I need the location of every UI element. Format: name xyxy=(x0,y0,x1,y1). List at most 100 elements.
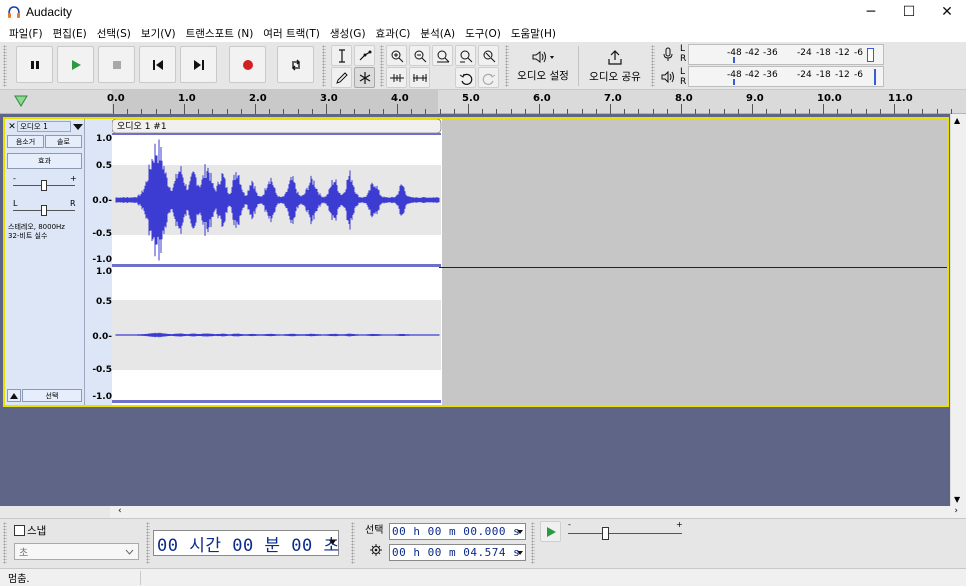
menu-generate[interactable]: 생성(G) xyxy=(325,26,371,41)
rec-meter-handle[interactable] xyxy=(867,48,874,62)
scroll-down-icon[interactable]: ▼ xyxy=(954,495,960,504)
menu-view[interactable]: 보기(V) xyxy=(136,26,181,41)
toolbar-grip[interactable] xyxy=(3,522,7,564)
loop-button[interactable] xyxy=(277,46,314,83)
menu-tools[interactable]: 도구(O) xyxy=(460,26,506,41)
channel-divider xyxy=(439,267,947,268)
play-head-icon[interactable] xyxy=(14,94,28,108)
ruler-label: 4.0 xyxy=(391,93,409,104)
toolbar-grip[interactable] xyxy=(380,45,384,87)
undo-button[interactable] xyxy=(455,67,476,88)
envelope-tool-button[interactable] xyxy=(354,45,375,66)
selection-tool-button[interactable] xyxy=(331,45,352,66)
collapse-track-button[interactable] xyxy=(7,389,21,402)
gear-icon[interactable] xyxy=(370,544,382,556)
ruler-label: 9.0 xyxy=(746,93,764,104)
ruler-label: 8.0 xyxy=(675,93,693,104)
playback-meter[interactable]: -48 -42 -36 -24 -18 -12 -6 xyxy=(688,66,884,87)
scroll-right-icon[interactable]: › xyxy=(954,506,958,516)
fit-project-button[interactable] xyxy=(455,45,476,66)
draw-tool-button[interactable] xyxy=(331,67,352,88)
close-button[interactable]: ✕ xyxy=(928,0,966,24)
minimize-button[interactable]: ─ xyxy=(852,0,890,24)
redo-button[interactable] xyxy=(478,67,499,88)
menu-transport[interactable]: 트랜스포트 (N) xyxy=(181,26,259,41)
menu-file[interactable]: 파일(F) xyxy=(4,26,48,41)
loop-icon xyxy=(291,59,300,70)
menu-analyze[interactable]: 분석(A) xyxy=(415,26,460,41)
speed-slider-thumb[interactable] xyxy=(602,527,609,540)
skip-to-end-button[interactable] xyxy=(180,46,217,83)
audio-track[interactable]: ✕ 오디오 1 음소거 솔로 효과 - + L R 스테레오, 8000Hz 3… xyxy=(3,117,949,407)
snap-checkbox-row[interactable]: 스냅 xyxy=(14,523,46,538)
toolbar-grip[interactable] xyxy=(531,522,535,564)
play-button[interactable] xyxy=(57,46,94,83)
track-area[interactable]: ✕ 오디오 1 음소거 솔로 효과 - + L R 스테레오, 8000Hz 3… xyxy=(0,114,950,506)
timeline-ruler[interactable]: 0.0 1.0 2.0 3.0 4.0 5.0 6.0 7.0 8.0 9.0 10.0 11.0 xyxy=(0,90,966,114)
vertical-scrollbar[interactable]: ▲ ▼ xyxy=(950,114,966,506)
menu-help[interactable]: 도움말(H) xyxy=(506,26,561,41)
menu-select[interactable]: 선택(S) xyxy=(92,26,136,41)
snap-checkbox[interactable] xyxy=(14,525,25,536)
toolbar-grip[interactable] xyxy=(322,45,326,87)
skip-to-start-button[interactable] xyxy=(139,46,176,83)
ruler-label: 7.0 xyxy=(604,93,622,104)
ruler-label: 11.0 xyxy=(888,93,913,104)
end-format-dropdown-icon[interactable] xyxy=(517,551,523,555)
toolbar-grip[interactable] xyxy=(3,45,7,87)
track-menu-dropdown-icon[interactable] xyxy=(73,123,83,131)
play-meter-handle[interactable] xyxy=(874,69,876,85)
audio-setup-button[interactable]: 오디오 설정 xyxy=(512,44,574,88)
fit-selection-button[interactable] xyxy=(432,45,453,66)
silence-audio-button[interactable] xyxy=(409,67,430,88)
toolbar-grip[interactable] xyxy=(146,522,150,564)
zoom-toggle-button[interactable] xyxy=(478,45,499,66)
maximize-button[interactable]: ☐ xyxy=(890,0,928,24)
record-button[interactable] xyxy=(229,46,266,83)
toolbar-grip[interactable] xyxy=(351,522,355,564)
collapse-icon xyxy=(10,392,18,399)
time-format-dropdown-icon[interactable] xyxy=(329,540,336,545)
zoom-in-button[interactable] xyxy=(386,45,407,66)
multi-tool-button[interactable] xyxy=(354,67,375,88)
snap-unit-select[interactable]: 초 xyxy=(14,543,139,560)
toolbar-grip[interactable] xyxy=(651,45,655,87)
solo-button[interactable]: 솔로 xyxy=(45,135,82,148)
trim-audio-button[interactable] xyxy=(386,67,407,88)
selection-end-field[interactable]: 00 h 00 m 04.574 s xyxy=(389,544,526,561)
play-meter-marker xyxy=(733,79,735,85)
recording-meter[interactable]: -48 -42 -36 -24 -18 -12 -6 xyxy=(688,44,884,65)
vertical-ruler: 1.0 0.5 0.0- -0.5 -1.0 1.0 0.5 0.0- -0.5… xyxy=(85,119,115,405)
effects-button[interactable]: 효과 xyxy=(7,153,82,169)
menu-effect[interactable]: 효과(C) xyxy=(371,26,416,41)
mute-button[interactable]: 음소거 xyxy=(7,135,44,148)
selection-start-field[interactable]: 00 h 00 m 00.000 s xyxy=(389,523,526,540)
speaker-volume-icon[interactable] xyxy=(660,70,676,84)
waveform-clip[interactable]: 오디오 1 #1 xyxy=(112,119,442,405)
vruler-top-0.5: 0.5 xyxy=(96,161,112,171)
scroll-left-icon[interactable]: ‹ xyxy=(118,506,122,516)
share-audio-button[interactable]: 오디오 공유 xyxy=(584,44,646,88)
toolbar-grip[interactable] xyxy=(505,45,509,87)
clip-title[interactable]: 오디오 1 #1 xyxy=(117,121,167,132)
stop-button[interactable] xyxy=(98,46,135,83)
track-name-button[interactable]: 오디오 1 xyxy=(17,121,71,132)
selection-start-value: 00 h 00 m 00.000 s xyxy=(392,525,521,538)
pause-button[interactable] xyxy=(16,46,53,83)
gain-slider-thumb[interactable] xyxy=(41,180,47,191)
zoom-out-button[interactable] xyxy=(409,45,430,66)
track-close-icon[interactable]: ✕ xyxy=(7,122,17,132)
start-format-dropdown-icon[interactable] xyxy=(517,530,523,534)
menu-tracks[interactable]: 여러 트랙(T) xyxy=(258,26,325,41)
menu-edit[interactable]: 편집(E) xyxy=(48,26,92,41)
scroll-up-icon[interactable]: ▲ xyxy=(954,116,960,125)
play-at-speed-button[interactable] xyxy=(540,521,561,542)
vruler-top--1.0: -1.0 xyxy=(92,255,112,265)
pan-slider-thumb[interactable] xyxy=(41,205,47,216)
time-display[interactable]: 00 시간 00 분 00 초 xyxy=(153,530,339,556)
horizontal-scrollbar[interactable]: ‹ › xyxy=(110,506,966,518)
microphone-icon[interactable] xyxy=(661,47,675,63)
play-meter-tick: -36 xyxy=(763,70,778,80)
snap-unit-value: 초 xyxy=(19,548,29,559)
select-track-button[interactable]: 선택 xyxy=(22,389,82,402)
